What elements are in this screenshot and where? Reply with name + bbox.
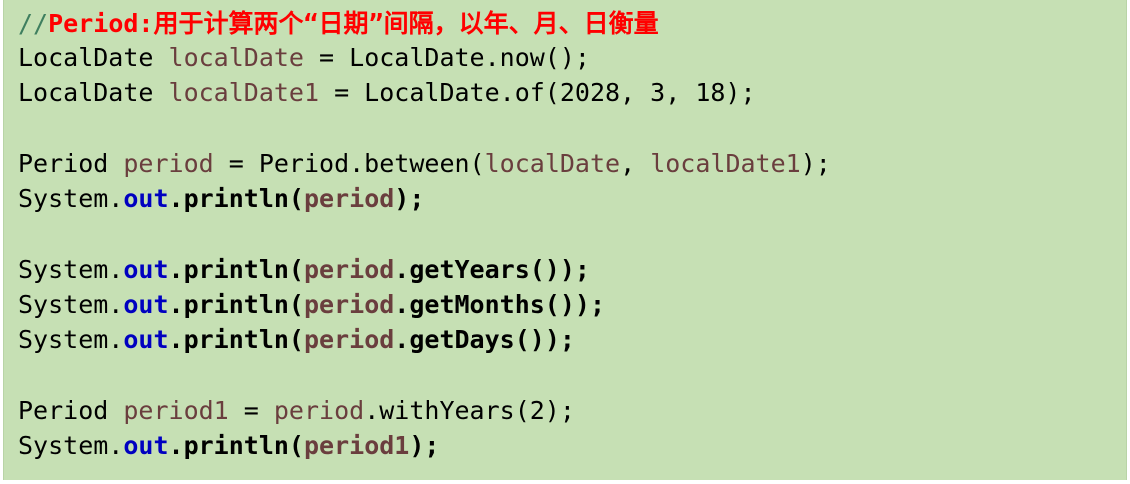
statement-end: );	[559, 255, 590, 284]
out-field: out	[123, 431, 169, 460]
println-argument: period	[303, 325, 395, 354]
system-class: System.	[18, 184, 124, 213]
code-line-comment: //Period:用于计算两个“日期”间隔，以年、月、日衡量	[18, 6, 659, 41]
code-line-6: System.out.println(period.getMonths());	[18, 287, 605, 322]
argument-separator: ,	[620, 149, 651, 178]
code-line-7: System.out.println(period.getDays());	[18, 322, 575, 357]
system-class: System.	[18, 290, 124, 319]
println-argument: period	[303, 184, 395, 213]
argument-localdate: localDate	[484, 149, 621, 178]
variable-localdate1: localDate1	[168, 78, 320, 107]
println-argument: period	[303, 290, 395, 319]
statement-end: );	[574, 290, 606, 319]
code-line-2: LocalDate localDate1 = LocalDate.of(2028…	[18, 75, 756, 110]
statement-end: );	[394, 184, 425, 213]
comment-text: Period:用于计算两个“日期”间隔，以年、月、日衡量	[48, 9, 659, 38]
system-class: System.	[18, 431, 124, 460]
argument-localdate1: localDate1	[650, 149, 801, 178]
println-argument: period1	[303, 431, 410, 460]
statement-mid: = Period.between(	[213, 149, 485, 178]
system-class: System.	[18, 255, 124, 284]
type-keyword: LocalDate	[18, 43, 169, 72]
println-argument: period	[303, 255, 395, 284]
println-call: .println(	[168, 184, 304, 213]
out-field: out	[123, 325, 169, 354]
out-field: out	[123, 255, 169, 284]
statement-end: );	[544, 325, 575, 354]
code-line-4: System.out.println(period);	[18, 181, 424, 216]
statement-mid: =	[228, 396, 274, 425]
method-call: .getYears()	[394, 255, 560, 284]
statement-rest: .withYears(2);	[364, 396, 575, 425]
variable-period: period	[123, 149, 214, 178]
variable-localdate: localDate	[168, 43, 304, 72]
system-class: System.	[18, 325, 124, 354]
method-call: .getDays()	[394, 325, 545, 354]
code-line-8: Period period1 = period.withYears(2);	[18, 393, 575, 428]
type-keyword: Period	[18, 149, 124, 178]
statement-end: );	[409, 431, 440, 460]
type-keyword: Period	[18, 396, 124, 425]
code-block: //Period:用于计算两个“日期”间隔，以年、月、日衡量 LocalDate…	[3, 0, 1127, 480]
target-period: period	[273, 396, 365, 425]
variable-period1: period1	[123, 396, 229, 425]
statement-end: );	[800, 149, 831, 178]
type-keyword: LocalDate	[18, 78, 169, 107]
comment-slashes: //	[18, 9, 49, 38]
println-call: .println(	[168, 255, 304, 284]
println-call: .println(	[168, 325, 304, 354]
println-call: .println(	[168, 431, 304, 460]
code-line-1: LocalDate localDate = LocalDate.now();	[18, 40, 590, 75]
method-call: .getMonths()	[394, 290, 575, 319]
out-field: out	[123, 184, 169, 213]
println-call: .println(	[168, 290, 304, 319]
statement-rest: = LocalDate.now();	[303, 43, 590, 72]
code-line-9: System.out.println(period1);	[18, 428, 439, 463]
code-line-5: System.out.println(period.getYears());	[18, 252, 590, 287]
out-field: out	[123, 290, 169, 319]
code-line-3: Period period = Period.between(localDate…	[18, 146, 831, 181]
statement-rest: = LocalDate.of(2028, 3, 18);	[319, 78, 756, 107]
